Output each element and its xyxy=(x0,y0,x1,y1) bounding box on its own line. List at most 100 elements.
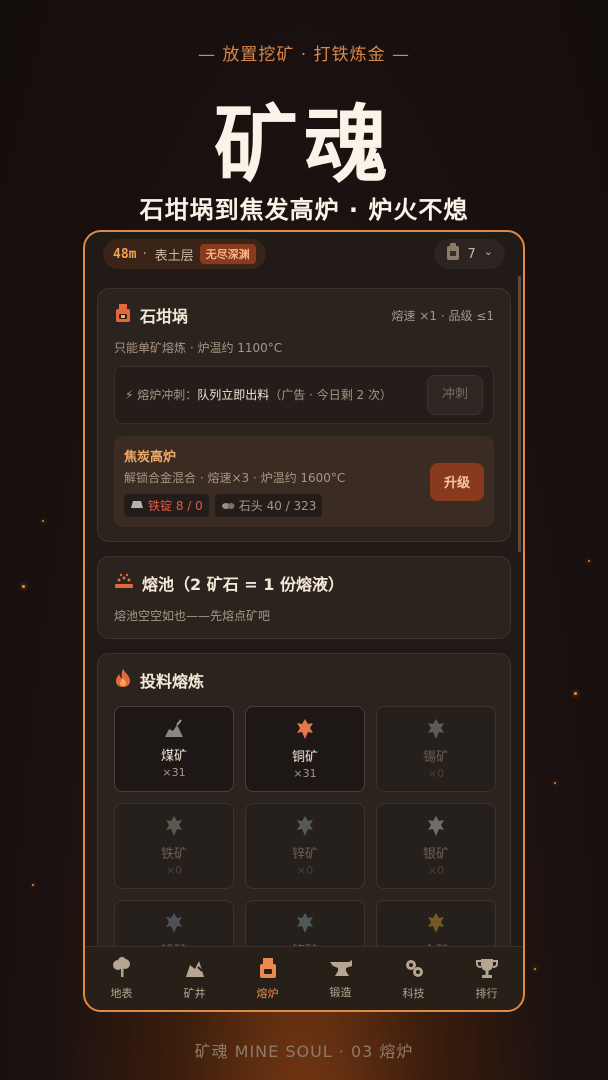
ore-name: 铜矿 xyxy=(291,750,318,765)
tab-label: 科技 xyxy=(402,986,425,1000)
ore-count: ×0 xyxy=(165,864,183,877)
ingot-icon xyxy=(130,499,144,513)
trophy-icon xyxy=(475,957,498,982)
molten-pool-title: 熔池（2 矿石 = 1 份熔液） xyxy=(142,575,344,594)
ember-particle xyxy=(42,520,44,522)
furnace-icon xyxy=(258,957,278,982)
tree-icon xyxy=(111,956,133,982)
ore-count: ×0 xyxy=(427,864,445,877)
ore-tile[interactable]: 铁矿 ×0 xyxy=(114,803,234,889)
tab-trophy[interactable]: 排行 xyxy=(457,957,517,1001)
ore-icon xyxy=(427,912,445,938)
status-bar: 48m · 表土层 无尽深渊 7 ⌄ xyxy=(85,232,523,276)
ore-tile[interactable]: 铅矿×0 xyxy=(114,900,234,948)
ore-tile[interactable]: 铬矿×0 xyxy=(245,900,365,948)
boost-strong: 队列立即出料 xyxy=(197,388,270,402)
ore-icon xyxy=(165,815,183,841)
cost-stone: 石头 40 / 323 xyxy=(214,494,323,517)
tab-label: 矿井 xyxy=(183,986,206,1000)
ore-name: 铁矿 xyxy=(160,847,187,862)
ore-icon xyxy=(427,815,445,841)
chevron-down-icon: ⌄ xyxy=(483,244,493,258)
ore-icon xyxy=(296,912,314,938)
upgrade-panel: 焦炭高炉 解锁合金混合 · 熔速×3 · 炉温约 1600°C 铁锭 8 / 0… xyxy=(114,436,494,527)
app-subtitle: 石坩埚到焦发高炉 · 炉火不熄 xyxy=(139,196,469,224)
ore-name: 煤矿 xyxy=(160,749,187,764)
endless-abyss-badge: 无尽深渊 xyxy=(199,244,256,264)
cost-label: 石头 40 / 323 xyxy=(238,499,317,513)
main-scroll-area[interactable]: 石坩埚 熔速 ×1 · 品级 ≤1 只能单矿熔炼 · 炉温约 1100°C ⚡ … xyxy=(85,278,523,948)
fire-icon xyxy=(114,668,132,692)
separator-dot: · xyxy=(142,246,147,262)
ore-icon xyxy=(163,719,185,743)
ore-name: 锡矿 xyxy=(422,750,449,765)
molten-pool-icon xyxy=(114,572,134,594)
furnace-icon xyxy=(114,303,132,327)
depth-value: 48m xyxy=(113,246,137,262)
upgrade-title: 焦炭高炉 xyxy=(124,450,177,465)
tab-tree[interactable]: 地表 xyxy=(92,956,152,1001)
sprint-button[interactable]: 冲刺 xyxy=(427,375,483,415)
bottom-tab-bar: 地表 矿井 熔炉 锻造 科技 排行 xyxy=(85,946,523,1010)
inventory-count: 7 xyxy=(467,246,476,262)
phone-frame: 48m · 表土层 无尽深渊 7 ⌄ 石坩埚 熔速 ×1 · 品级 ≤1 只能单… xyxy=(83,230,525,1012)
tab-furnace[interactable]: 熔炉 xyxy=(238,957,298,1001)
ember-particle xyxy=(32,884,34,886)
ore-icon xyxy=(296,718,314,744)
tab-anvil[interactable]: 锻造 xyxy=(311,958,371,1000)
ore-tile[interactable]: 锌矿 ×0 xyxy=(245,803,365,889)
app-title: 矿魂 xyxy=(213,95,394,194)
tagline: — 放置挖矿 · 打铁炼金 — xyxy=(197,45,411,65)
tab-mine[interactable]: 矿井 xyxy=(165,957,225,1001)
ore-icon xyxy=(165,912,183,938)
ore-icon xyxy=(427,718,445,744)
ore-name: 锌矿 xyxy=(291,847,318,862)
anvil-icon xyxy=(329,958,353,981)
smelting-card: 投料熔炼 煤矿 ×31 铜矿 ×31 锡矿 ×0 铁矿 ×0 锌矿 ×0 银矿 ×0 铅矿×0铬矿×0金… xyxy=(97,653,511,948)
mine-icon xyxy=(184,957,206,982)
stone-icon xyxy=(221,499,235,513)
ember-particle xyxy=(534,968,536,970)
ore-count: ×31 xyxy=(162,766,186,779)
tab-label: 地表 xyxy=(110,986,133,1000)
footer-caption: 矿魂 MINE SOUL · 03 熔炉 xyxy=(194,1042,414,1061)
molten-pool-status: 熔池空空如也——先熔点矿吧 xyxy=(114,609,271,623)
inventory-dropdown[interactable]: 7 ⌄ xyxy=(433,239,505,269)
tab-label: 锻造 xyxy=(329,985,352,999)
backpack-icon xyxy=(446,243,460,265)
boost-rest: （广告 · 今日剩 2 次） xyxy=(269,388,392,402)
furnace-description: 只能单矿熔炼 · 炉温约 1100°C xyxy=(114,341,283,355)
cost-iron-ingot: 铁锭 8 / 0 xyxy=(124,494,209,517)
ore-tile[interactable]: 煤矿 ×31 xyxy=(114,706,234,792)
ore-grid: 煤矿 ×31 铜矿 ×31 锡矿 ×0 铁矿 ×0 锌矿 ×0 银矿 ×0 铅矿×0铬矿×0金矿×0 xyxy=(114,706,496,948)
tab-label: 排行 xyxy=(475,986,498,1000)
ore-tile[interactable]: 铜矿 ×31 xyxy=(245,706,365,792)
ore-count: ×0 xyxy=(296,864,314,877)
upgrade-button[interactable]: 升级 xyxy=(430,462,484,501)
ore-tile[interactable]: 银矿 ×0 xyxy=(376,803,496,889)
ore-name: 银矿 xyxy=(422,847,449,862)
cost-label: 铁锭 8 / 0 xyxy=(148,499,203,513)
ore-tile[interactable]: 锡矿 ×0 xyxy=(376,706,496,792)
furnace-card: 石坩埚 熔速 ×1 · 品级 ≤1 只能单矿熔炼 · 炉温约 1100°C ⚡ … xyxy=(97,288,511,542)
furnace-boost-panel: ⚡ 熔炉冲刺：队列立即出料（广告 · 今日剩 2 次） 冲刺 xyxy=(114,366,494,424)
smelting-title: 投料熔炼 xyxy=(140,672,205,691)
ore-count: ×0 xyxy=(427,767,445,780)
ember-particle xyxy=(22,585,25,588)
depth-indicator[interactable]: 48m · 表土层 无尽深渊 xyxy=(103,239,266,269)
layer-name: 表土层 xyxy=(154,248,194,264)
tab-label: 熔炉 xyxy=(256,986,279,1000)
furnace-title: 石坩埚 xyxy=(140,307,189,326)
furnace-stats: 熔速 ×1 · 品级 ≤1 xyxy=(391,308,494,323)
ore-icon xyxy=(296,815,314,841)
ore-count: ×31 xyxy=(293,767,317,780)
upgrade-description: 解锁合金混合 · 熔速×3 · 炉温约 1600°C xyxy=(124,471,346,485)
ember-particle xyxy=(554,782,556,784)
ember-particle xyxy=(588,560,590,562)
gears-icon xyxy=(403,957,425,982)
tab-gears[interactable]: 科技 xyxy=(384,957,444,1001)
boost-label: ⚡ 熔炉冲刺： xyxy=(125,388,198,402)
molten-pool-card: 熔池（2 矿石 = 1 份熔液） 熔池空空如也——先熔点矿吧 xyxy=(97,556,511,639)
ore-tile[interactable]: 金矿×0 xyxy=(376,900,496,948)
ember-particle xyxy=(574,692,577,695)
